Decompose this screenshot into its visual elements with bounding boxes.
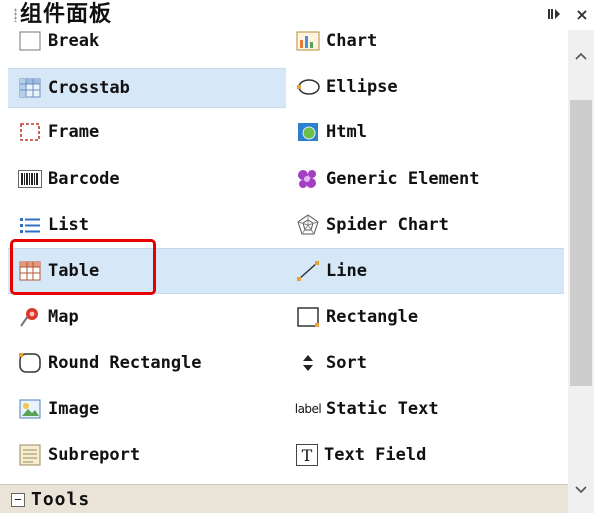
map-pin-icon: [18, 305, 42, 329]
rectangle-icon: [296, 305, 320, 329]
palette-item-list[interactable]: List: [8, 206, 286, 244]
chart-icon: [296, 29, 320, 53]
component-palette-panel: Break Crosstab Frame Barcode List Table: [0, 0, 594, 513]
palette-item-image[interactable]: Image: [8, 390, 286, 428]
frame-icon: [18, 120, 42, 144]
palette-item-map[interactable]: Map: [8, 298, 286, 336]
palette-item-sort[interactable]: Sort: [286, 344, 564, 382]
break-icon: [18, 29, 42, 53]
scrollbar-thumb[interactable]: [570, 100, 592, 386]
palette-item-frame[interactable]: Frame: [8, 113, 286, 151]
table-icon: [18, 259, 42, 283]
collapse-minus-icon[interactable]: [11, 492, 25, 507]
sort-icon: [296, 351, 320, 375]
ellipse-icon: [296, 75, 320, 99]
palette-item-spider-chart[interactable]: Spider Chart: [286, 206, 564, 244]
palette-item-text-field[interactable]: T Text Field: [286, 436, 564, 474]
round-rectangle-icon: [18, 351, 42, 375]
palette-item-rectangle[interactable]: Rectangle: [286, 298, 564, 336]
scroll-down-icon[interactable]: [568, 478, 594, 502]
palette-item-table[interactable]: Table: [8, 248, 286, 294]
scroll-up-icon[interactable]: [568, 44, 594, 68]
palette-item-ellipse[interactable]: Ellipse: [286, 68, 564, 106]
close-icon[interactable]: ×: [574, 5, 590, 24]
palette-item-round-rectangle[interactable]: Round Rectangle: [8, 344, 286, 382]
crosstab-icon: [18, 76, 42, 100]
subreport-icon: [18, 443, 42, 467]
list-icon: [18, 213, 42, 237]
panel-header: 组件面板 ×: [0, 0, 594, 30]
static-text-icon: label: [294, 402, 322, 416]
image-icon: [18, 397, 42, 421]
palette-item-subreport[interactable]: Subreport: [8, 436, 286, 474]
barcode-icon: [18, 167, 42, 191]
panel-title: 组件面板: [20, 2, 113, 27]
palette-item-html[interactable]: Html: [286, 113, 564, 151]
vertical-scrollbar[interactable]: [568, 30, 594, 513]
category-tools[interactable]: Tools: [0, 484, 568, 513]
generic-element-icon: [296, 167, 320, 191]
text-field-icon: T: [296, 444, 318, 466]
spider-chart-icon: [296, 213, 320, 237]
line-icon: [296, 259, 320, 283]
dock-pin-icon[interactable]: [546, 6, 562, 22]
drag-grip[interactable]: [14, 8, 17, 22]
palette-item-barcode[interactable]: Barcode: [8, 160, 286, 198]
palette-item-line[interactable]: Line: [286, 248, 564, 294]
palette-item-crosstab[interactable]: Crosstab: [8, 68, 286, 108]
palette-item-generic-element[interactable]: Generic Element: [286, 160, 564, 198]
palette-item-static-text[interactable]: label Static Text: [286, 390, 564, 428]
html-globe-icon: [296, 120, 320, 144]
